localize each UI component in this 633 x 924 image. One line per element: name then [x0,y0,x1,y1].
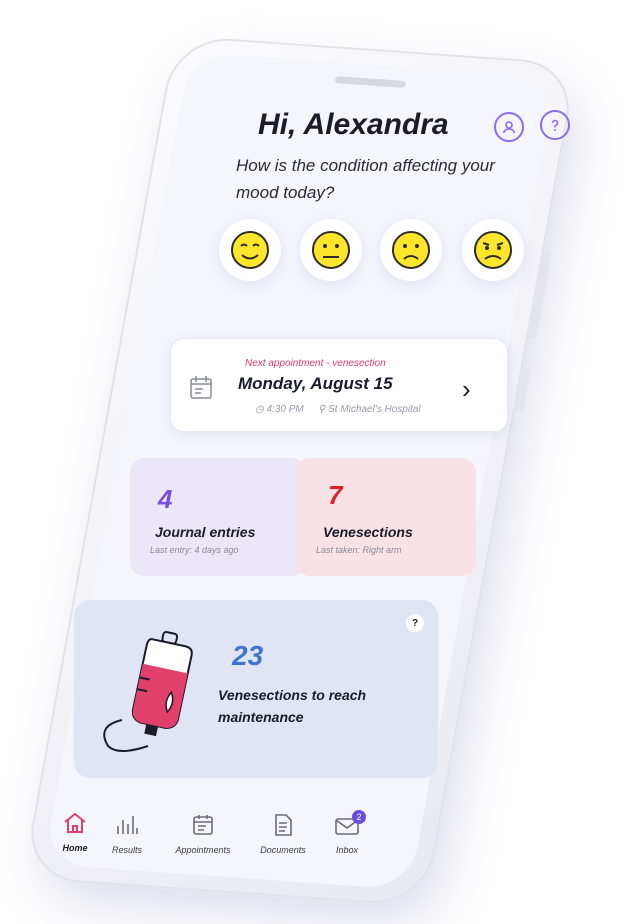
journal-label: Journal entries [155,524,256,540]
chevron-right-icon[interactable]: › [462,374,471,405]
profile-icon [502,121,516,134]
bar-chart-icon [117,816,138,834]
venesections-tile[interactable] [296,458,476,576]
journal-count: 4 [158,484,173,514]
appointment-place-text: St Michael's Hospital [328,404,421,415]
blood-bag-icon [103,631,193,752]
mood-happy-button[interactable] [219,219,281,281]
maintenance-help-button[interactable]: ? [406,614,424,632]
nav-inbox[interactable]: 2 Inbox [312,810,382,855]
nav-appointments-label: Appointments [175,845,231,855]
greeting-title: Hi, Alexandra [258,108,449,141]
nav-appointments[interactable]: Appointments [168,814,238,855]
nav-documents[interactable]: Documents [248,814,318,855]
mood-frustrated-button[interactable] [462,219,524,281]
profile-button[interactable] [494,112,524,142]
appointment-date: Monday, August 15 [238,374,393,393]
journal-sub: Last entry: 4 days ago [150,545,239,555]
help-button[interactable] [540,110,570,140]
appointment-time-text: 4:30 PM [266,404,304,415]
venesection-sub: Last taken: Right arm [316,545,402,555]
envelope-wrap: 2 [334,810,366,841]
venesection-count: 7 [328,480,343,510]
mood-sad-button[interactable] [380,219,442,281]
app-screen: Hi, Alexandra How is the condition affec… [0,0,633,924]
home-icon [64,812,86,833]
appointment-time: ◷ 4:30 PM [255,404,304,415]
nav-documents-label: Documents [260,845,306,855]
nav-results[interactable]: Results [92,814,162,855]
nav-inbox-label: Inbox [335,845,359,855]
document-icon [275,814,292,836]
frustrated-face-icon [474,231,512,269]
mood-question: How is the condition affecting your mood… [236,156,495,202]
happy-face-icon [231,231,269,269]
mood-neutral-button[interactable] [300,219,362,281]
calendar-nav-icon [193,815,213,835]
help-icon [551,119,559,131]
appointment-place: ⚲ St Michael's Hospital [318,404,421,415]
sad-face-icon [392,231,430,269]
neutral-face-icon [312,231,350,269]
clock-icon: ◷ [255,404,267,415]
calendar-icon [190,376,212,399]
nav-results-label: Results [111,845,142,855]
venesection-label: Venesections [323,524,413,540]
appointment-kicker: Next appointment - venesection [245,358,386,369]
maintenance-count: 23 [232,640,264,671]
location-pin-icon: ⚲ [318,404,329,415]
inbox-badge: 2 [352,810,366,824]
maintenance-label: Venesections to reach maintenance [218,687,367,725]
journal-entries-tile[interactable] [130,458,306,576]
